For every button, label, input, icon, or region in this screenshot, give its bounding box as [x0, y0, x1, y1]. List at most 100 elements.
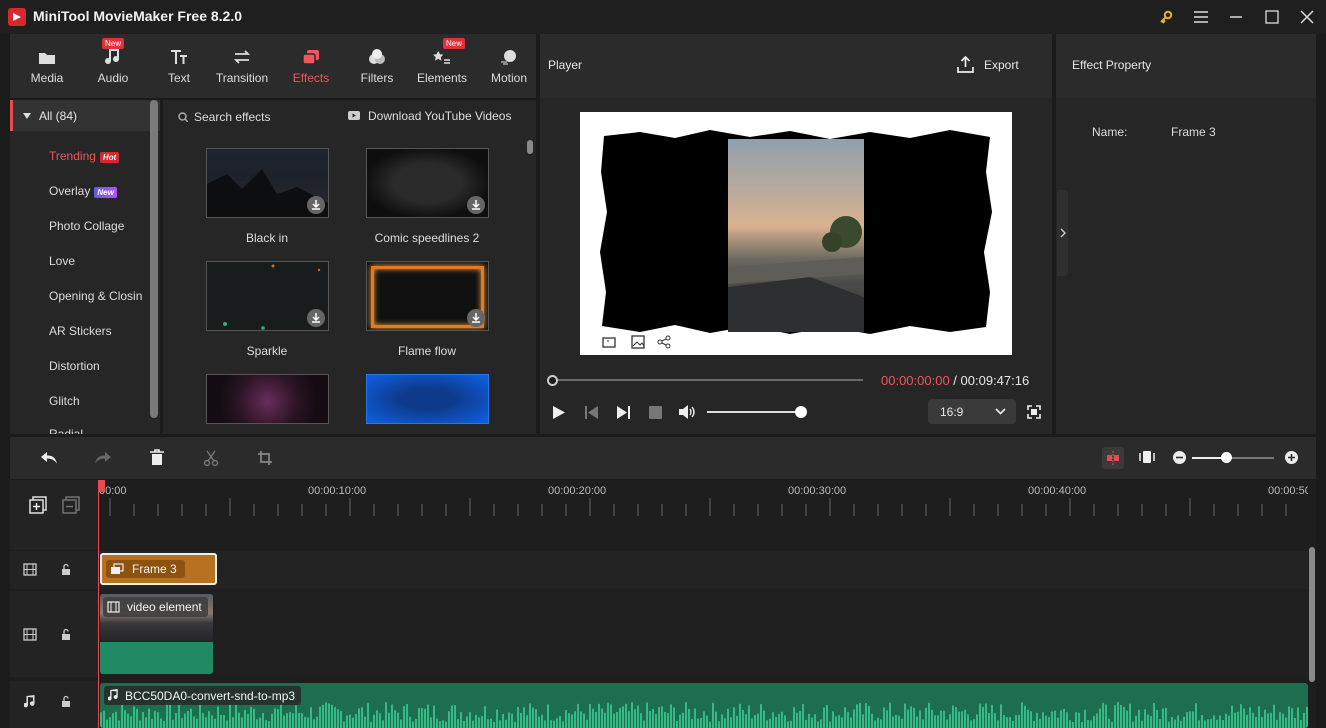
category-radial[interactable]: Radial	[49, 427, 83, 434]
undo-icon[interactable]	[40, 450, 58, 466]
close-icon[interactable]	[1295, 6, 1319, 28]
playback-progress-handle[interactable]	[547, 375, 558, 386]
media-tab[interactable]: Media	[14, 34, 80, 98]
redo-icon[interactable]	[94, 450, 112, 466]
crop-icon[interactable]	[257, 450, 273, 466]
remove-track-icon[interactable]	[62, 496, 80, 514]
effects-library: Search effects Download YouTube Videos B…	[163, 100, 536, 434]
category-love[interactable]: Love	[49, 254, 75, 268]
track-lock-icon[interactable]	[60, 563, 72, 576]
effects-search[interactable]: Search effects	[178, 110, 271, 124]
download-icon[interactable]	[307, 196, 325, 214]
download-icon[interactable]	[467, 196, 485, 214]
motion-icon	[500, 47, 518, 67]
play-icon[interactable]	[552, 405, 566, 420]
preview-share-icon[interactable]	[657, 335, 671, 349]
text-tab[interactable]: Text	[146, 34, 212, 98]
audio-track-toggle-icon[interactable]	[1139, 450, 1155, 464]
download-icon[interactable]	[467, 309, 485, 327]
timeline-scrollbar[interactable]	[1309, 547, 1315, 682]
split-scissors-icon[interactable]	[203, 450, 219, 466]
video-clip[interactable]: video element	[100, 594, 213, 674]
ruler-label: 00:00:50	[1268, 485, 1308, 497]
category-opening-closing[interactable]: Opening & Closin	[49, 289, 142, 303]
aspect-ratio-select[interactable]: 16:9	[928, 399, 1016, 424]
track-type-film-icon	[23, 563, 37, 576]
menu-icon[interactable]	[1189, 6, 1213, 28]
sidebar-scrollbar[interactable]	[150, 100, 158, 418]
video-preview[interactable]	[580, 112, 1012, 355]
effect-thumb-particles[interactable]	[206, 374, 329, 424]
elements-tab[interactable]: New Elements	[409, 34, 475, 98]
effect-thumb-comic-speedlines-2[interactable]	[366, 148, 489, 218]
playhead-line[interactable]	[98, 480, 99, 728]
effect-thumb-black-in[interactable]	[206, 148, 329, 218]
effects-icon	[302, 47, 320, 67]
zoom-in-icon[interactable]	[1285, 451, 1298, 464]
audio-clip[interactable]: BCC50DA0-convert-snd-to-mp3	[100, 683, 1308, 728]
effects-scrollbar[interactable]	[527, 140, 533, 154]
zoom-slider-track[interactable]	[1192, 457, 1274, 459]
volume-icon[interactable]	[678, 404, 696, 420]
download-icon[interactable]	[307, 309, 325, 327]
track-lock-icon[interactable]	[60, 695, 72, 708]
playback-progress-track[interactable]	[553, 379, 863, 381]
stop-icon[interactable]	[649, 406, 662, 419]
audio-tab[interactable]: New Audio	[80, 34, 146, 98]
youtube-download-icon	[348, 110, 360, 120]
zoom-out-icon[interactable]	[1173, 451, 1186, 464]
audio-clip-music-icon	[108, 689, 118, 701]
playhead-handle[interactable]	[98, 480, 105, 492]
effects-tab[interactable]: Effects	[278, 34, 344, 98]
filters-icon	[368, 47, 386, 67]
minimize-icon[interactable]	[1224, 6, 1248, 28]
new-badge: New	[94, 187, 117, 198]
key-icon[interactable]	[1154, 6, 1178, 28]
category-ar-stickers[interactable]: AR Stickers	[49, 324, 112, 338]
folder-icon	[38, 47, 56, 67]
ruler-label: 00:00:20:00	[548, 485, 607, 497]
export-button[interactable]: Export	[957, 56, 1019, 73]
effect-label: Comic speedlines 2	[374, 231, 480, 245]
snap-toggle-icon[interactable]	[1102, 447, 1124, 469]
track-lock-icon[interactable]	[60, 628, 72, 641]
maximize-icon[interactable]	[1260, 6, 1284, 28]
effect-track	[98, 551, 1308, 589]
delete-icon[interactable]	[149, 449, 165, 466]
ruler-label: 00:00:40:00	[1028, 485, 1087, 497]
zoom-slider-handle[interactable]	[1221, 452, 1232, 463]
effect-label: Sparkle	[246, 344, 288, 358]
preview-camera-icon[interactable]	[602, 335, 618, 349]
effect-thumb-sparkle[interactable]	[206, 261, 329, 331]
category-trending[interactable]: Trending Hot	[49, 149, 120, 163]
category-glitch[interactable]: Glitch	[49, 394, 80, 408]
effect-thumb-flame-flow[interactable]	[366, 261, 489, 331]
motion-tab[interactable]: Motion	[476, 34, 542, 98]
volume-slider-handle[interactable]	[795, 406, 807, 418]
effects-category-sidebar: All (84) Trending Hot Overlay New Photo Co…	[10, 100, 160, 434]
fullscreen-icon[interactable]	[1027, 405, 1041, 419]
next-frame-icon[interactable]	[616, 405, 631, 420]
category-distortion[interactable]: Distortion	[49, 359, 100, 373]
effect-clip-icon	[111, 563, 124, 574]
category-overlay[interactable]: Overlay New	[49, 184, 117, 198]
chevron-right-icon	[1060, 228, 1066, 238]
text-icon	[170, 47, 188, 67]
volume-slider-track[interactable]	[707, 411, 802, 413]
download-youtube-button[interactable]: Download YouTube Videos	[348, 109, 511, 123]
effect-thumb-blue-glow[interactable]	[366, 374, 489, 424]
transition-tab[interactable]: Transition	[209, 34, 275, 98]
previous-frame-icon[interactable]	[584, 405, 599, 420]
effect-clip-frame-3[interactable]: Frame 3	[100, 553, 217, 585]
timeline-ruler[interactable]	[98, 480, 1308, 520]
category-photo-collage[interactable]: Photo Collage	[49, 219, 124, 233]
ruler-label: 00:00:30:00	[788, 485, 847, 497]
filters-tab[interactable]: Filters	[344, 34, 410, 98]
time-display: 00:00:00:00 / 00:09:47:16	[881, 373, 1030, 388]
preview-image-icon[interactable]	[631, 335, 645, 349]
category-all[interactable]: All (84)	[10, 100, 160, 131]
expand-panel-button[interactable]	[1057, 190, 1068, 276]
track-header-controls	[10, 480, 98, 550]
caret-down-icon	[23, 112, 31, 119]
add-track-icon[interactable]	[29, 496, 47, 514]
